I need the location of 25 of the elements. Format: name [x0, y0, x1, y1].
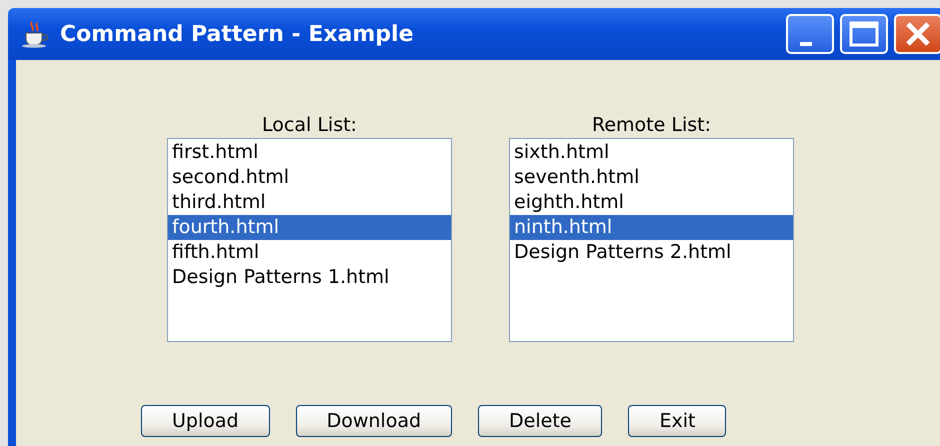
- list-item[interactable]: third.html: [168, 190, 451, 215]
- list-item[interactable]: eighth.html: [510, 190, 793, 215]
- close-button[interactable]: [894, 14, 940, 54]
- action-button[interactable]: Delete: [478, 405, 602, 437]
- minimize-button[interactable]: [786, 14, 834, 54]
- list-label: Remote List:: [592, 114, 711, 138]
- action-button[interactable]: Exit: [628, 405, 726, 437]
- close-icon: [904, 20, 932, 48]
- list-item[interactable]: Design Patterns 1.html: [168, 265, 451, 290]
- list-item[interactable]: sixth.html: [510, 140, 793, 165]
- list-item[interactable]: ninth.html: [510, 215, 793, 240]
- list-item[interactable]: first.html: [168, 140, 451, 165]
- list-item[interactable]: fifth.html: [168, 240, 451, 265]
- list-item[interactable]: fourth.html: [168, 215, 451, 240]
- list-item[interactable]: second.html: [168, 165, 451, 190]
- action-button[interactable]: Upload: [141, 405, 270, 437]
- minimize-icon: [800, 42, 812, 46]
- maximize-icon: [849, 21, 879, 47]
- coffee-cup-icon: [20, 20, 50, 48]
- list-item[interactable]: Design Patterns 2.html: [510, 240, 793, 265]
- list-label: Local List:: [262, 114, 357, 138]
- maximize-button[interactable]: [840, 14, 888, 54]
- list-item[interactable]: seventh.html: [510, 165, 793, 190]
- window-title: Command Pattern - Example: [60, 22, 415, 46]
- action-button[interactable]: Download: [296, 405, 452, 437]
